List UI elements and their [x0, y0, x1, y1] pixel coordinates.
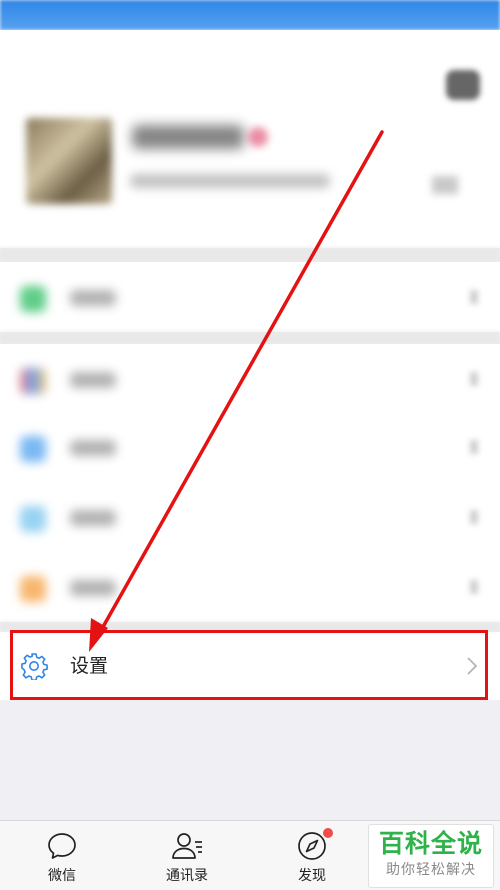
- tab-discover[interactable]: 发现: [262, 821, 362, 890]
- chevron-right-icon: [470, 372, 478, 386]
- status-bar: [0, 0, 500, 30]
- watermark-title: 百科全说: [378, 829, 483, 858]
- tab-label: 通讯录: [166, 868, 208, 884]
- favorites-icon: [20, 368, 46, 394]
- notification-dot: [323, 828, 333, 838]
- menu-item-cards[interactable]: [0, 482, 500, 552]
- camera-icon[interactable]: [446, 70, 480, 100]
- pay-icon: [20, 286, 46, 312]
- cards-icon: [20, 506, 46, 532]
- blurred-menu-label: [70, 580, 116, 596]
- stickers-icon: [20, 576, 46, 602]
- blurred-menu-label: [70, 290, 116, 306]
- menu-item-pay[interactable]: [0, 262, 500, 332]
- menu-item-stickers[interactable]: [0, 552, 500, 622]
- blurred-menu-label: [70, 372, 116, 388]
- chevron-right-icon: [470, 510, 478, 524]
- chevron-right-icon: [470, 290, 478, 304]
- tab-label: 发现: [298, 868, 326, 884]
- menu-item-album[interactable]: [0, 412, 500, 482]
- watermark-logo: 百科全说 助你轻松解决: [368, 824, 494, 888]
- blurred-menu-label: [70, 510, 116, 526]
- profile-card[interactable]: [0, 30, 500, 248]
- chevron-right-icon: [470, 580, 478, 594]
- blurred-menu-label: [70, 440, 116, 456]
- blurred-nickname-emoji: [248, 127, 268, 147]
- album-icon: [20, 436, 46, 462]
- contacts-icon: [172, 833, 202, 859]
- highlight-box: [10, 630, 488, 700]
- qr-code-icon[interactable]: [432, 176, 458, 194]
- tab-label: 微信: [48, 868, 76, 884]
- blurred-nickname: [132, 125, 244, 149]
- menu-item-favorites[interactable]: [0, 344, 500, 414]
- section-divider: [0, 332, 500, 344]
- section-divider: [0, 248, 500, 262]
- tab-contacts[interactable]: 通讯录: [137, 821, 237, 890]
- chat-bubble-icon: [48, 833, 76, 859]
- watermark-subtitle: 助你轻松解决: [386, 862, 476, 878]
- blurred-wechat-id: [130, 174, 330, 188]
- tab-chats[interactable]: 微信: [12, 821, 112, 890]
- avatar[interactable]: [26, 118, 112, 204]
- chevron-right-icon: [470, 440, 478, 454]
